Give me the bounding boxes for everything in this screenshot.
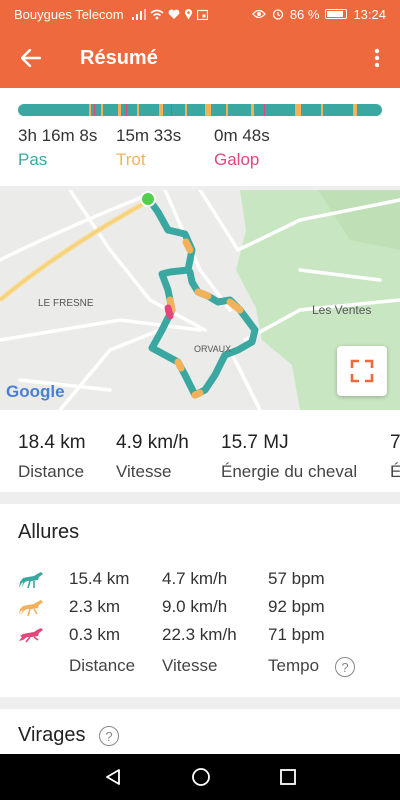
stat-distance-label: Distance [18,462,85,481]
eye-icon [251,9,266,19]
nav-back-icon[interactable] [104,768,122,786]
calendar-icon [196,9,208,20]
horse-walk-icon [19,572,43,589]
allure-walk-distance: 15.4 km [69,569,130,588]
nav-home-icon[interactable] [191,767,211,787]
gait-segment-walk [357,104,382,116]
battery-icon [325,9,348,19]
allure-trot-speed: 9.0 km/h [162,597,228,616]
back-button[interactable] [0,28,62,88]
allures-section: Allures 15.4 km 4.7 km/h 57 bpm 2.3 km 9… [0,505,400,697]
stat-energy-label: Énergie du cheval [221,462,358,481]
google-logo: Google [6,382,65,401]
allure-gallop-tempo: 71 bpm [268,625,325,644]
gait-segment-walk [322,104,354,116]
stat-speed-label: Vitesse [116,462,172,481]
allure-row-gallop: 0.3 km 22.3 km/h 71 bpm [0,625,400,653]
status-icons [131,8,208,20]
col-label-tempo: Tempo [268,656,320,675]
gait-segment-walk [228,104,251,116]
stat-distance: 18.4 km Distance [18,432,86,482]
status-bar: Bouygues Telecom 86 % 13:24 [0,0,400,28]
virages-section: Virages ? [0,712,400,754]
stat-speed-value: 4.9 km/h [116,432,189,453]
allure-walk-tempo: 57 bpm [268,569,325,588]
stat-partial: 7 É [390,432,400,482]
battery-percent: 86 % [289,6,320,22]
stat-partial-label: É [390,462,400,481]
allure-walk-speed: 4.7 km/h [162,569,228,588]
allure-row-trot: 2.3 km 9.0 km/h 92 bpm [0,597,400,625]
allure-row-walk: 15.4 km 4.7 km/h 57 bpm [0,569,400,597]
gait-walk-time: 3h 16m 8s [18,126,98,145]
more-vertical-icon [374,48,380,68]
gait-segment-walk [18,104,90,116]
fullscreen-icon [350,359,374,383]
allure-gallop-speed: 22.3 km/h [162,625,237,644]
gait-walk-label: Pas [18,150,48,169]
col-label-speed: Vitesse [162,656,218,675]
system-nav-bar [0,754,400,800]
allures-title: Allures [18,521,80,543]
gait-trot-time: 15m 33s [116,126,182,145]
gait-segment-walk [186,104,205,116]
gait-segment-walk [138,104,160,116]
divider [0,492,400,504]
allure-trot-distance: 2.3 km [69,597,121,616]
clock: 13:24 [353,6,386,22]
gait-segment-walk [300,104,321,116]
alarm-icon [272,9,283,20]
overflow-menu-button[interactable] [354,28,400,88]
horse-gallop-icon [19,628,43,643]
allure-gallop-distance: 0.3 km [69,625,121,644]
page-title: Résumé [80,46,158,69]
map-label-le-fresne: LE FRESNE [38,298,94,309]
gait-trot: 15m 33s Trot [116,126,214,170]
gait-segment-walk [264,104,296,116]
gait-segment-walk [103,104,118,116]
stat-partial-value: 7 [390,432,400,453]
stat-energy: 15.7 MJ Énergie du cheval [221,432,357,482]
gait-segment-walk [253,104,264,116]
gait-segment-walk [126,104,137,116]
gait-segment-walk [211,104,227,116]
stat-speed: 4.9 km/h Vitesse [116,432,189,482]
map-label-orvaux: ORVAUX [194,344,231,354]
tempo-help-icon[interactable]: ? [335,657,355,677]
gait-gallop: 0m 48s Galop [214,126,312,170]
stat-distance-value: 18.4 km [18,432,86,453]
status-right: 86 % 13:24 [251,6,386,22]
gait-walk: 3h 16m 8s Pas [18,126,116,170]
col-label-distance: Distance [69,656,136,675]
gait-gallop-time: 0m 48s [214,126,270,145]
summary-stats: 18.4 km Distance 4.9 km/h Vitesse 15.7 M… [0,414,400,492]
gait-segment-walk [163,104,172,116]
signal-icon [131,8,146,20]
gait-gallop-label: Galop [214,150,260,169]
heart-icon [168,9,180,19]
gait-summary: 3h 16m 8s Pas 15m 33s Trot 0m 48s Galop [0,88,400,186]
app-bar: Résumé [0,28,400,88]
carrier-name: Bouygues Telecom [14,6,124,22]
horse-trot-icon [19,600,43,617]
gait-timeline-bar [18,104,382,116]
map-label-les-ventes: Les Ventes [312,303,371,317]
nav-recents-icon[interactable] [279,769,296,785]
location-icon [184,9,192,20]
arrow-left-icon [21,49,41,67]
gait-trot-label: Trot [116,150,146,169]
fullscreen-button[interactable] [337,346,387,396]
virages-help-icon[interactable]: ? [99,726,119,746]
divider [0,697,400,709]
wifi-icon [150,9,164,19]
gait-segment-walk [172,104,185,116]
virages-title: Virages [18,724,86,746]
stat-energy-value: 15.7 MJ [221,432,289,453]
allure-trot-tempo: 92 bpm [268,597,325,616]
